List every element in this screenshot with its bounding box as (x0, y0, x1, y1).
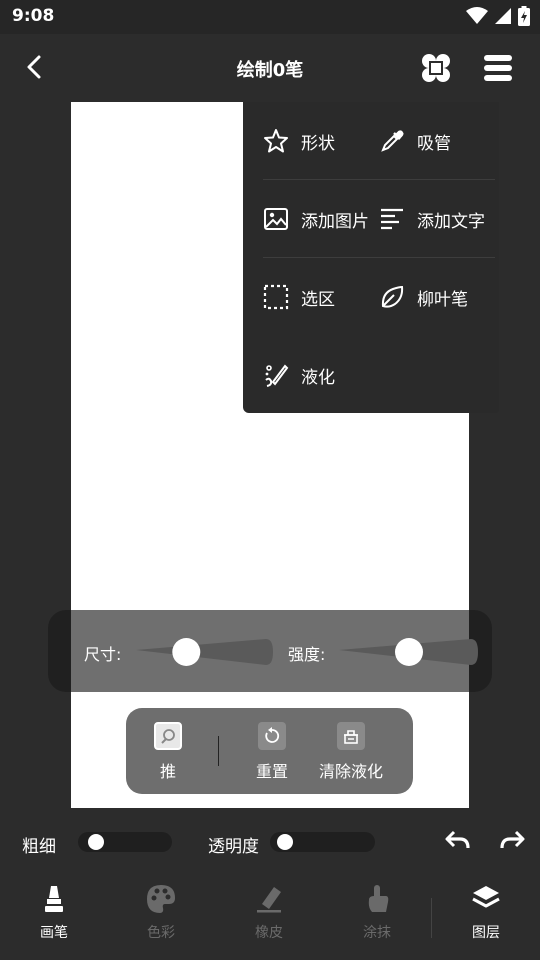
liquify-icon (265, 364, 289, 387)
nav-item-layers[interactable]: 图层 (432, 882, 540, 942)
page-title: 绘制0笔 (236, 60, 304, 81)
opacity-slider[interactable] (270, 832, 375, 852)
nav-label: 图层 (472, 925, 500, 941)
menu-item-add-text[interactable]: 添加文字 (379, 206, 495, 232)
opacity-slider-knob[interactable] (277, 834, 294, 850)
palette-icon (147, 885, 175, 913)
nav-item-brush[interactable]: 画笔 (0, 882, 108, 942)
status-icons (466, 6, 530, 26)
menu-item-label: 形状 (301, 133, 335, 154)
clear-liquify-button[interactable]: 清除液化 (314, 722, 388, 782)
menu-item-eyedropper[interactable]: 吸管 (379, 128, 495, 154)
reset-button[interactable]: 重置 (252, 722, 292, 782)
leaf-icon (381, 285, 404, 308)
strength-label: 强度: (288, 645, 326, 664)
hamburger-menu-icon[interactable] (480, 50, 516, 86)
bottom-navigation: 画笔 色彩 橡皮 涂抹 图层 (0, 870, 540, 960)
nav-item-color[interactable]: 色彩 (107, 882, 215, 942)
size-slider-knob (172, 638, 201, 666)
text-lines-icon (381, 208, 403, 230)
menu-item-leaf-pen[interactable]: 柳叶笔 (379, 284, 495, 310)
menu-item-label: 选区 (301, 289, 335, 310)
menu-item-add-image[interactable]: 添加图片 (263, 206, 379, 232)
strength-slider-knob (395, 638, 423, 666)
selection-icon (263, 284, 289, 310)
push-label: 推 (159, 762, 176, 781)
image-icon (264, 208, 288, 230)
menu-item-liquify[interactable]: 液化 (263, 362, 385, 388)
thickness-label: 粗细 (22, 837, 56, 857)
nav-label: 色彩 (147, 925, 175, 941)
layers-icon (472, 886, 500, 908)
nav-label: 涂抹 (363, 925, 391, 941)
nav-item-eraser[interactable]: 橡皮 (215, 882, 323, 942)
clear-liquify-label: 清除液化 (318, 762, 383, 781)
strength-slider[interactable] (339, 636, 479, 668)
menu-item-shape[interactable]: 形状 (263, 128, 379, 154)
thickness-slider-knob[interactable] (88, 834, 105, 850)
menu-item-label: 添加图片 (301, 211, 369, 232)
nav-label: 画笔 (40, 925, 68, 941)
reset-icon (258, 722, 286, 750)
menu-item-label: 液化 (301, 367, 335, 388)
wifi-icon (466, 7, 488, 24)
size-label: 尺寸: (84, 645, 122, 664)
nav-label: 橡皮 (255, 925, 283, 941)
tools-dropdown-menu: 形状 吸管 添加图片 添加文字 选区 柳叶笔 液化 (243, 102, 499, 413)
eraser-icon (257, 887, 281, 913)
opacity-label: 透明度 (208, 837, 259, 857)
eyedropper-icon (381, 130, 404, 152)
undo-icon[interactable] (444, 828, 472, 854)
push-tool-button[interactable]: 推 (152, 722, 184, 782)
menu-item-label: 添加文字 (417, 211, 485, 232)
menu-item-selection[interactable]: 选区 (263, 284, 379, 310)
thickness-slider[interactable] (78, 832, 172, 852)
reset-label: 重置 (255, 762, 288, 781)
signal-icon (495, 8, 511, 24)
clover-grid-icon[interactable] (418, 50, 454, 86)
clear-icon (337, 722, 365, 750)
menu-divider (263, 179, 495, 180)
liquify-tools-panel: 推 重置 清除液化 (126, 708, 413, 794)
push-icon (154, 722, 182, 750)
liquify-slider-panel: 尺寸: 强度: (48, 610, 492, 692)
status-bar: 9:08 (0, 0, 540, 34)
status-time: 9:08 (12, 6, 55, 26)
size-slider[interactable] (136, 636, 274, 668)
menu-item-label: 吸管 (417, 133, 451, 154)
menu-item-label: 柳叶笔 (417, 289, 468, 310)
menu-divider (263, 257, 495, 258)
tool-divider (218, 736, 219, 766)
nav-item-smudge[interactable]: 涂抹 (323, 882, 431, 942)
battery-icon (518, 6, 530, 26)
smudge-finger-icon (368, 885, 389, 912)
redo-icon[interactable] (498, 828, 526, 854)
brush-icon (45, 886, 63, 912)
app-header: 绘制0笔 (0, 34, 540, 102)
star-icon (264, 129, 288, 153)
